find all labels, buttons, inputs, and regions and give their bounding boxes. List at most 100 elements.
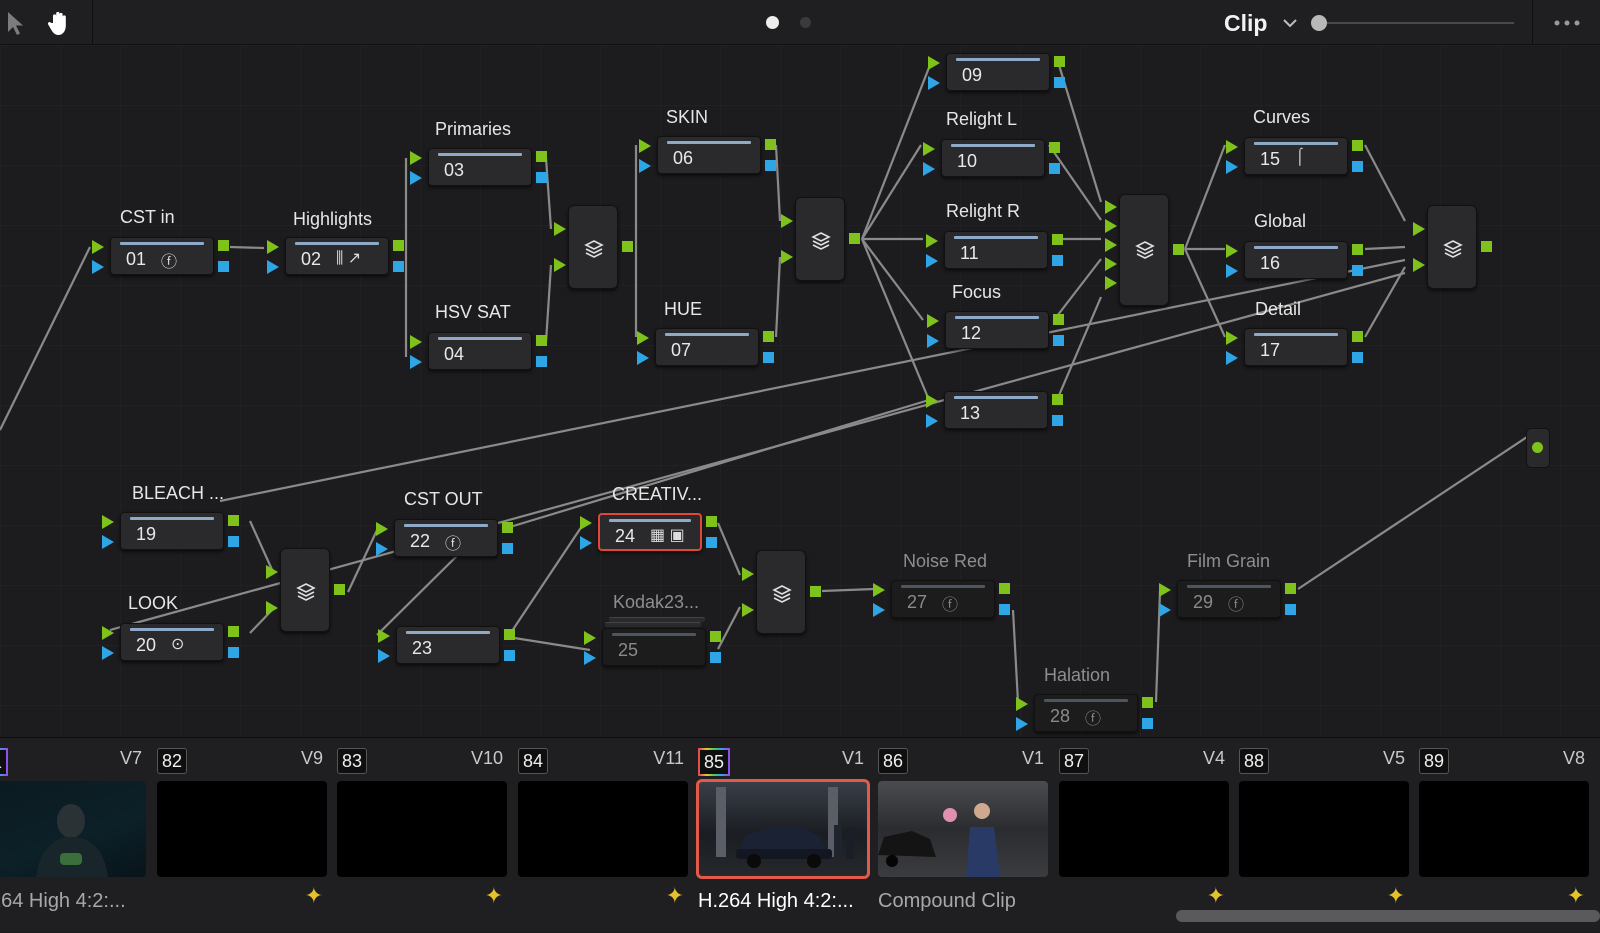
clip-thumbnail[interactable]: 88 V5 ✦ <box>1239 738 1419 933</box>
clip-thumbnail[interactable]: 81 V7 264 High 4:2:... <box>0 738 156 933</box>
mixer-input-port[interactable] <box>1105 219 1117 233</box>
mixer-input-port[interactable] <box>266 565 278 579</box>
node-13[interactable]: 13 <box>944 391 1048 429</box>
node-09[interactable]: 09 <box>946 53 1050 91</box>
key-input-port[interactable] <box>926 414 938 428</box>
key-input-port[interactable] <box>1226 160 1238 174</box>
key-output-port[interactable] <box>710 652 721 663</box>
clip-thumbnail-current[interactable]: 85 V1 H.264 High 4:2:... <box>696 738 878 933</box>
key-output-port[interactable] <box>1053 335 1064 346</box>
ellipsis-icon[interactable] <box>1550 13 1590 33</box>
zoom-slider-thumb[interactable] <box>1311 15 1327 31</box>
rgb-input-port[interactable] <box>580 516 592 530</box>
key-output-port[interactable] <box>1142 718 1153 729</box>
key-input-port[interactable] <box>584 651 596 665</box>
key-input-port[interactable] <box>637 351 649 365</box>
key-input-port[interactable] <box>580 536 592 550</box>
rgb-output-port[interactable] <box>536 335 547 346</box>
mixer-input-port[interactable] <box>742 603 754 617</box>
key-input-port[interactable] <box>92 260 104 274</box>
rgb-input-port[interactable] <box>376 522 388 536</box>
mixer-input-port[interactable] <box>554 222 566 236</box>
rgb-output-port[interactable] <box>393 240 404 251</box>
clip-thumbnail[interactable]: 82 V9 ✦ <box>157 738 337 933</box>
mixer-input-port[interactable] <box>1413 222 1425 236</box>
node-02[interactable]: 02 ⫼ ↗ <box>285 237 389 275</box>
node-16[interactable]: 16 <box>1244 241 1348 279</box>
rgb-output-port[interactable] <box>706 516 717 527</box>
layer-mixer[interactable] <box>1427 205 1477 289</box>
clip-thumbnail[interactable]: 87 V4 ✦ <box>1059 738 1239 933</box>
node-25[interactable]: 25 <box>602 628 706 666</box>
rgb-input-port[interactable] <box>102 626 114 640</box>
node-10[interactable]: 10 <box>941 139 1045 177</box>
key-output-port[interactable] <box>765 160 776 171</box>
layer-mixer[interactable] <box>756 550 806 634</box>
clip-thumbnail[interactable]: 86 V1 Compound Clip <box>878 738 1058 933</box>
key-output-port[interactable] <box>1285 604 1296 615</box>
node-24[interactable]: 24 ▦ ▣ <box>598 513 702 551</box>
rgb-output-port[interactable] <box>1052 394 1063 405</box>
node-29[interactable]: 29 ⓕ <box>1177 580 1281 618</box>
pointer-icon[interactable] <box>2 8 32 38</box>
rgb-input-port[interactable] <box>926 234 938 248</box>
node-17[interactable]: 17 <box>1244 328 1348 366</box>
key-input-port[interactable] <box>1016 717 1028 731</box>
page-dot-active[interactable] <box>766 16 779 29</box>
key-input-port[interactable] <box>376 542 388 556</box>
layer-mixer[interactable] <box>795 197 845 281</box>
key-output-port[interactable] <box>218 261 229 272</box>
key-output-port[interactable] <box>763 352 774 363</box>
rgb-output-port[interactable] <box>1142 697 1153 708</box>
key-input-port[interactable] <box>923 162 935 176</box>
rgb-input-port[interactable] <box>923 142 935 156</box>
mixer-input-port[interactable] <box>1105 276 1117 290</box>
node-04[interactable]: 04 <box>428 332 532 370</box>
rgb-output-port[interactable] <box>1352 331 1363 342</box>
mixer-output-port[interactable] <box>622 241 633 252</box>
rgb-input-port[interactable] <box>1226 331 1238 345</box>
rgb-output-port[interactable] <box>1352 244 1363 255</box>
node-07[interactable]: 07 <box>655 328 759 366</box>
rgb-input-port[interactable] <box>92 240 104 254</box>
key-input-port[interactable] <box>102 535 114 549</box>
rgb-output-port[interactable] <box>763 331 774 342</box>
clip-thumbnail[interactable]: 89 V8 ✦ <box>1419 738 1599 933</box>
key-input-port[interactable] <box>267 260 279 274</box>
rgb-output-port[interactable] <box>1053 314 1064 325</box>
rgb-input-port[interactable] <box>1226 244 1238 258</box>
rgb-output-port[interactable] <box>1052 234 1063 245</box>
rgb-input-port[interactable] <box>410 151 422 165</box>
rgb-output-port[interactable] <box>1352 140 1363 151</box>
node-01[interactable]: 01 ⓕ <box>110 237 214 275</box>
key-output-port[interactable] <box>1352 352 1363 363</box>
mixer-input-port[interactable] <box>1105 238 1117 252</box>
rgb-output-port[interactable] <box>1054 56 1065 67</box>
key-input-port[interactable] <box>410 355 422 369</box>
key-output-port[interactable] <box>1352 161 1363 172</box>
mixer-output-port[interactable] <box>1173 244 1184 255</box>
key-input-port[interactable] <box>410 171 422 185</box>
node-23[interactable]: 23 <box>396 626 500 664</box>
key-output-port[interactable] <box>536 356 547 367</box>
rgb-output-port[interactable] <box>536 151 547 162</box>
page-dot-inactive[interactable] <box>800 17 811 28</box>
node-28[interactable]: 28 ⓕ <box>1034 694 1138 732</box>
key-output-port[interactable] <box>1049 163 1060 174</box>
key-output-port[interactable] <box>1052 255 1063 266</box>
rgb-output-port[interactable] <box>218 240 229 251</box>
clips-scrollbar[interactable] <box>1176 910 1600 922</box>
key-output-port[interactable] <box>999 604 1010 615</box>
mixer-input-port[interactable] <box>554 258 566 272</box>
node-19[interactable]: 19 <box>120 512 224 550</box>
rgb-output-port[interactable] <box>502 522 513 533</box>
clip-thumbnail[interactable]: 84 V11 ✦ <box>518 738 698 933</box>
rgb-input-port[interactable] <box>1159 583 1171 597</box>
mixer-input-port[interactable] <box>781 250 793 264</box>
zoom-slider-track[interactable] <box>1318 22 1514 24</box>
key-output-port[interactable] <box>502 543 513 554</box>
rgb-output-port[interactable] <box>710 631 721 642</box>
mixer-input-port[interactable] <box>1105 257 1117 271</box>
node-06[interactable]: 06 <box>657 136 761 174</box>
rgb-output-port[interactable] <box>765 139 776 150</box>
